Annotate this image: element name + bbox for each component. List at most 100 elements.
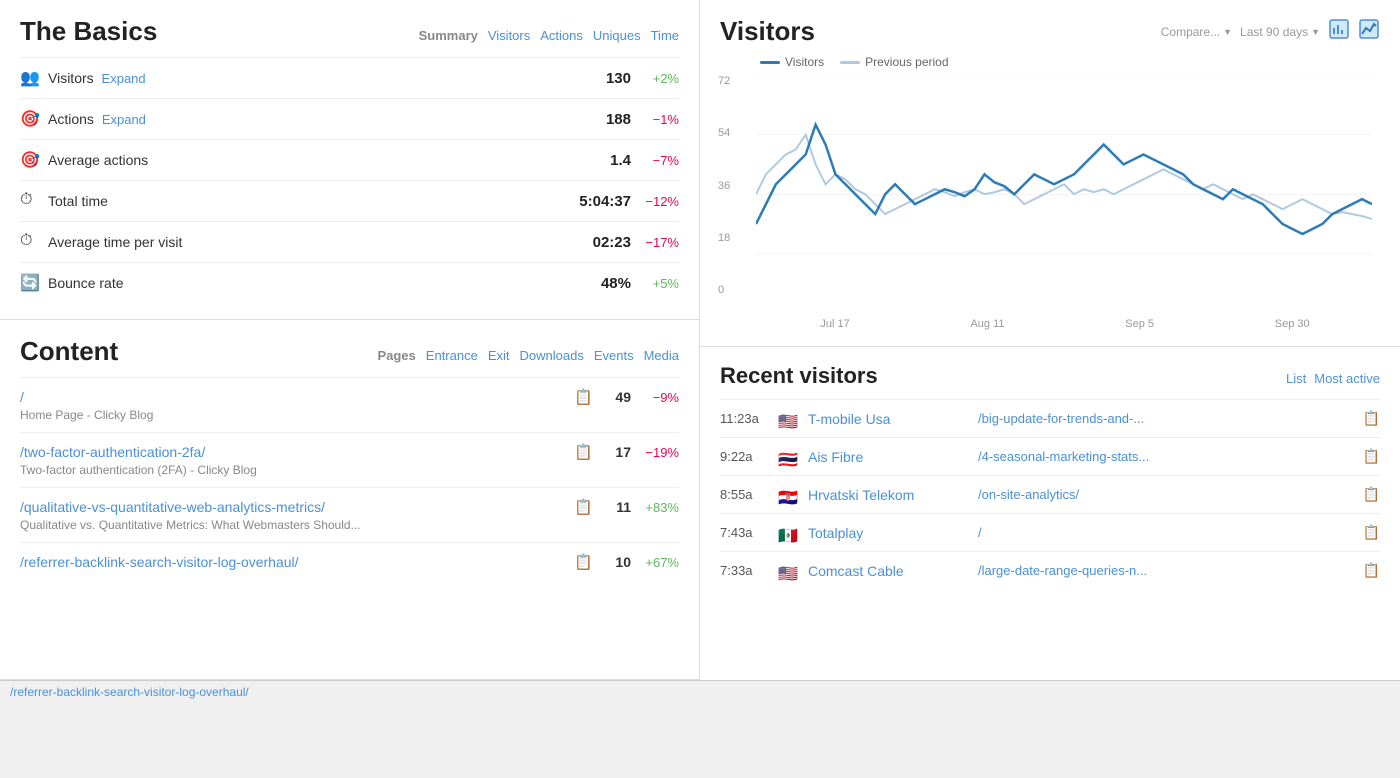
metric-label-total-time: Total time	[48, 193, 543, 209]
tab-pages-active[interactable]: Pages	[377, 348, 415, 363]
bottom-bar: /referrer-backlink-search-visitor-log-ov…	[0, 680, 1400, 778]
visitor-flag-1: 🇹🇭	[778, 450, 798, 464]
metric-value-avg-time: 02:23	[551, 234, 631, 251]
metric-change-actions: −1%	[639, 112, 679, 127]
visitors-panel: Visitors Compare... ▼ Last 90 days ▼	[700, 0, 1400, 347]
bounce-icon: 🔄	[20, 273, 40, 293]
tab-downloads[interactable]: Downloads	[520, 348, 584, 363]
tab-actions[interactable]: Actions	[540, 28, 583, 43]
metrics-list: 👥 Visitors Expand 130 +2% 🎯 Actions Expa…	[20, 58, 679, 303]
compare-arrow-icon: ▼	[1223, 27, 1232, 37]
content-copy-icon-0[interactable]: 📋	[574, 388, 593, 406]
tab-most-active[interactable]: Most active	[1314, 371, 1380, 386]
content-title: Content	[20, 336, 118, 367]
tab-summary-active[interactable]: Summary	[419, 28, 478, 43]
visitor-time-0: 11:23a	[720, 411, 768, 426]
export-icon[interactable]	[1328, 18, 1350, 45]
legend-previous: Previous period	[840, 55, 948, 69]
metric-row-avg-time: ⏱ Average time per visit 02:23 −17%	[20, 222, 679, 263]
visitor-flag-4: 🇺🇸	[778, 564, 798, 578]
visitor-ext-icon-4[interactable]: 📋	[1363, 562, 1380, 579]
compare-dropdown[interactable]: Compare... ▼	[1161, 25, 1232, 39]
tab-entrance[interactable]: Entrance	[426, 348, 478, 363]
metric-label-bounce: Bounce rate	[48, 275, 543, 291]
visitor-flag-0: 🇺🇸	[778, 412, 798, 426]
content-value-1: 17	[601, 444, 631, 460]
tab-time[interactable]: Time	[651, 28, 679, 43]
content-link-3[interactable]: /referrer-backlink-search-visitor-log-ov…	[20, 554, 566, 570]
tab-visitors[interactable]: Visitors	[488, 28, 530, 43]
legend-previous-label: Previous period	[865, 55, 948, 69]
basics-tabs: Summary Visitors Actions Uniques Time	[419, 28, 679, 43]
content-subtitle-0: Home Page - Clicky Blog	[20, 408, 679, 422]
content-item-1: /two-factor-authentication-2fa/ 📋 17 −19…	[20, 433, 679, 488]
visitor-time-3: 7:43a	[720, 525, 768, 540]
tab-events[interactable]: Events	[594, 348, 634, 363]
content-value-2: 11	[601, 499, 631, 515]
tab-uniques[interactable]: Uniques	[593, 28, 641, 43]
content-value-0: 49	[601, 389, 631, 405]
visitors-controls: Compare... ▼ Last 90 days ▼	[1161, 18, 1380, 45]
visitor-time-4: 7:33a	[720, 563, 768, 578]
visitor-time-2: 8:55a	[720, 487, 768, 502]
actions-expand-link[interactable]: Expand	[102, 112, 146, 127]
content-header: Content Pages Entrance Exit Downloads Ev…	[20, 336, 679, 378]
metric-value-bounce: 48%	[551, 275, 631, 292]
visitor-flag-3: 🇲🇽	[778, 526, 798, 540]
metric-label-actions: Actions Expand	[48, 111, 543, 127]
visitor-name-2[interactable]: Hrvatski Telekom	[808, 487, 968, 503]
chart-type-icon[interactable]	[1358, 18, 1380, 45]
content-link-2[interactable]: /qualitative-vs-quantitative-web-analyti…	[20, 499, 566, 515]
visitors-expand-link[interactable]: Expand	[102, 71, 146, 86]
bottom-url-link[interactable]: /referrer-backlink-search-visitor-log-ov…	[10, 685, 249, 699]
metric-value-actions: 188	[551, 111, 631, 128]
visitor-ext-icon-1[interactable]: 📋	[1363, 448, 1380, 465]
avg-actions-icon: 🎯	[20, 150, 40, 170]
metric-row-actions: 🎯 Actions Expand 188 −1%	[20, 99, 679, 140]
basics-header: The Basics Summary Visitors Actions Uniq…	[20, 16, 679, 58]
visitor-time-1: 9:22a	[720, 449, 768, 464]
chart-legend: Visitors Previous period	[760, 55, 1380, 69]
metric-label-avg-actions: Average actions	[48, 152, 543, 168]
metric-change-avg-actions: −7%	[639, 153, 679, 168]
metric-change-visitors: +2%	[639, 71, 679, 86]
visitor-name-1[interactable]: Ais Fibre	[808, 449, 968, 465]
legend-visitors-line	[760, 61, 780, 64]
content-link-0[interactable]: /	[20, 389, 566, 405]
content-copy-icon-2[interactable]: 📋	[574, 498, 593, 516]
content-list: / 📋 49 −9% Home Page - Clicky Blog /two-…	[20, 378, 679, 581]
metric-value-avg-actions: 1.4	[551, 152, 631, 169]
content-link-1[interactable]: /two-factor-authentication-2fa/	[20, 444, 566, 460]
metric-row-total-time: ⏱ Total time 5:04:37 −12%	[20, 181, 679, 222]
tab-exit[interactable]: Exit	[488, 348, 510, 363]
visitor-name-4[interactable]: Comcast Cable	[808, 563, 968, 579]
content-change-3: +67%	[639, 555, 679, 570]
visitor-ext-icon-0[interactable]: 📋	[1363, 410, 1380, 427]
visitor-name-3[interactable]: Totalplay	[808, 525, 968, 541]
visitor-page-0[interactable]: /big-update-for-trends-and-...	[978, 411, 1353, 426]
visitor-page-2[interactable]: /on-site-analytics/	[978, 487, 1353, 502]
visitor-name-0[interactable]: T-mobile Usa	[808, 411, 968, 427]
recent-tabs: List Most active	[1286, 371, 1380, 386]
tab-media[interactable]: Media	[644, 348, 679, 363]
recent-header: Recent visitors List Most active	[720, 363, 1380, 400]
previous-period-line	[756, 135, 1372, 219]
metric-row-bounce: 🔄 Bounce rate 48% +5%	[20, 263, 679, 303]
visitor-page-1[interactable]: /4-seasonal-marketing-stats...	[978, 449, 1353, 464]
content-subtitle-1: Two-factor authentication (2FA) - Clicky…	[20, 463, 679, 477]
content-change-0: −9%	[639, 390, 679, 405]
metric-value-total-time: 5:04:37	[551, 193, 631, 210]
visitor-ext-icon-2[interactable]: 📋	[1363, 486, 1380, 503]
content-copy-icon-3[interactable]: 📋	[574, 553, 593, 571]
total-time-icon: ⏱	[20, 191, 40, 211]
range-arrow-icon: ▼	[1311, 27, 1320, 37]
content-copy-icon-1[interactable]: 📋	[574, 443, 593, 461]
visitor-page-3[interactable]: /	[978, 525, 1353, 540]
range-dropdown[interactable]: Last 90 days ▼	[1240, 25, 1320, 39]
visitor-page-4[interactable]: /large-date-range-queries-n...	[978, 563, 1353, 578]
legend-visitors: Visitors	[760, 55, 824, 69]
metric-row-avg-actions: 🎯 Average actions 1.4 −7%	[20, 140, 679, 181]
visitor-ext-icon-3[interactable]: 📋	[1363, 524, 1380, 541]
tab-list[interactable]: List	[1286, 371, 1306, 386]
visitors-chart-svg	[756, 75, 1372, 313]
